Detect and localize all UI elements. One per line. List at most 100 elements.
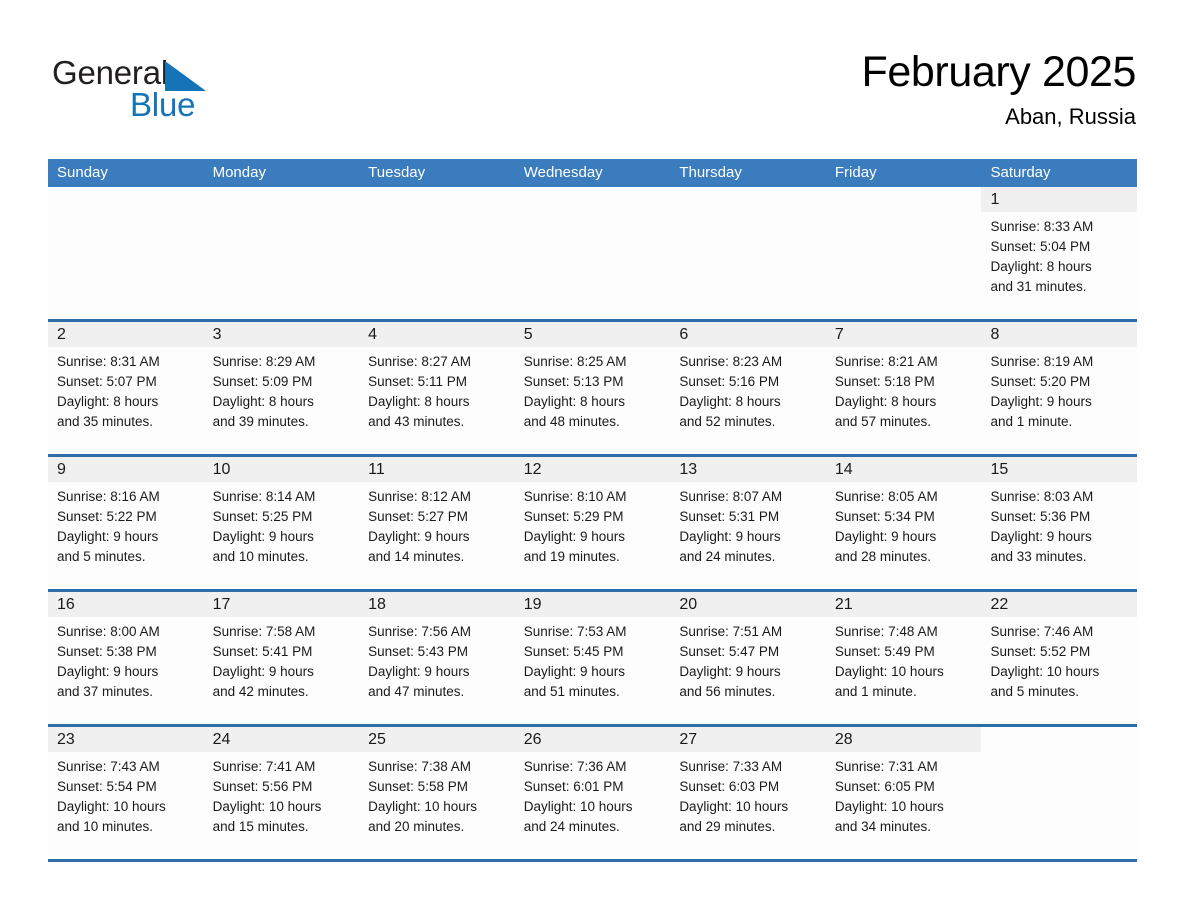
day-info-line-daylight1: Daylight: 9 hours [990,394,1092,409]
day-number-band: 5 [514,322,671,347]
calendar-day-cell[interactable]: 21 Sunrise: 7:48 AM Sunset: 5:49 PM Dayligh… [825,592,982,724]
day-sun-info: Sunrise: 8:21 AM Sunset: 5:18 PM Daylight:… [826,347,982,432]
day-info-line-daylight2: and 24 minutes. [523,819,620,834]
calendar-day-cell[interactable]: 17 Sunrise: 7:58 AM Sunset: 5:41 PM Dayligh… [203,592,360,724]
general-blue-logo: General Blue [52,46,282,134]
day-sun-info: Sunrise: 8:05 AM Sunset: 5:34 PM Daylight:… [826,482,982,567]
day-number-band: 20 [670,592,826,617]
calendar-day-cell[interactable]: 4 Sunrise: 8:27 AM Sunset: 5:11 PM Daylight… [359,322,515,454]
day-sun-info: Sunrise: 8:07 AM Sunset: 5:31 PM Daylight:… [670,482,826,567]
day-number: 5 [523,326,533,343]
calendar-day-cell[interactable]: 6 Sunrise: 8:23 AM Sunset: 5:16 PM Daylight… [670,322,826,454]
day-info-line-sunrise: Sunrise: 7:36 AM [523,759,627,774]
day-info-line-sunset: Sunset: 5:38 PM [57,644,157,659]
day-info-line-sunset: Sunset: 5:13 PM [523,374,624,389]
day-info-line-daylight2: and 52 minutes. [679,414,776,429]
day-info-line-sunset: Sunset: 5:07 PM [57,374,157,389]
day-number-band [826,187,982,212]
calendar-day-cell[interactable]: 13 Sunrise: 8:07 AM Sunset: 5:31 PM Dayligh… [670,457,826,589]
calendar-day-cell[interactable]: 8 Sunrise: 8:19 AM Sunset: 5:20 PM Daylight… [981,322,1138,454]
weekday-header-wednesday: Wednesday [523,164,603,181]
day-info-line-sunrise: Sunrise: 7:46 AM [990,624,1094,639]
calendar-day-cell[interactable]: 9 Sunrise: 8:16 AM Sunset: 5:22 PM Daylight… [48,457,204,589]
calendar-day-cell[interactable]: 2 Sunrise: 8:31 AM Sunset: 5:07 PM Daylight… [48,322,204,454]
day-number-band: 26 [514,727,671,752]
day-number-band: 22 [981,592,1138,617]
calendar-day-cell[interactable]: 15 Sunrise: 8:03 AM Sunset: 5:36 PM Dayligh… [981,457,1138,589]
calendar-day-cell[interactable]: 23 Sunrise: 7:43 AM Sunset: 5:54 PM Dayligh… [48,727,204,859]
calendar-day-cell[interactable]: 1 Sunrise: 8:33 AM Sunset: 5:04 PM Daylight… [981,187,1138,319]
day-info-line-daylight2: and 10 minutes. [57,819,154,834]
calendar-day-cell[interactable]: 10 Sunrise: 8:14 AM Sunset: 5:25 PM Dayligh… [203,457,360,589]
day-info-line-daylight2: and 48 minutes. [523,414,620,429]
day-sun-info: Sunrise: 7:36 AM Sunset: 6:01 PM Daylight:… [515,752,671,837]
day-info-line-daylight1: Daylight: 9 hours [523,529,626,544]
calendar-weeks: 1 Sunrise: 8:33 AM Sunset: 5:04 PM Daylight… [48,187,1138,859]
calendar-day-cell[interactable]: 3 Sunrise: 8:29 AM Sunset: 5:09 PM Daylight… [203,322,360,454]
calendar-day-cell[interactable]: 24 Sunrise: 7:41 AM Sunset: 5:56 PM Dayligh… [203,727,360,859]
day-info-line-daylight1: Daylight: 9 hours [368,529,470,544]
calendar-day-cell[interactable]: 18 Sunrise: 7:56 AM Sunset: 5:43 PM Dayligh… [359,592,515,724]
day-info-line-sunset: Sunset: 5:22 PM [57,509,157,524]
day-info-line-daylight1: Daylight: 9 hours [368,664,470,679]
day-info-line-daylight2: and 56 minutes. [679,684,776,699]
day-number-band: 18 [359,592,515,617]
calendar-day-cell[interactable]: 27 Sunrise: 7:33 AM Sunset: 6:03 PM Dayligh… [670,727,826,859]
calendar-day-cell[interactable]: 7 Sunrise: 8:21 AM Sunset: 5:18 PM Daylight… [825,322,982,454]
day-number-band: 11 [359,457,515,482]
day-number: 25 [368,731,386,748]
calendar-day-cell[interactable]: 16 Sunrise: 8:00 AM Sunset: 5:38 PM Dayligh… [48,592,204,724]
day-number: 22 [990,596,1009,613]
calendar-day-cell[interactable]: 20 Sunrise: 7:51 AM Sunset: 5:47 PM Dayligh… [670,592,826,724]
calendar-day-cell[interactable]: 11 Sunrise: 8:12 AM Sunset: 5:27 PM Dayligh… [359,457,515,589]
day-info-line-sunrise: Sunrise: 7:58 AM [212,624,316,639]
day-info-line-sunset: Sunset: 5:09 PM [212,374,313,389]
day-info-line-daylight1: Daylight: 10 hours [57,799,166,814]
day-number-band [48,187,204,212]
day-number-band: 19 [514,592,671,617]
day-info-line-daylight2: and 29 minutes. [679,819,776,834]
day-info-line-daylight2: and 14 minutes. [368,549,465,564]
day-info-line-daylight2: and 20 minutes. [368,819,465,834]
calendar-day-cell[interactable]: 14 Sunrise: 8:05 AM Sunset: 5:34 PM Dayligh… [825,457,982,589]
calendar-empty-cell [359,187,515,319]
calendar-week-row: 23 Sunrise: 7:43 AM Sunset: 5:54 PM Dayligh… [48,724,1138,859]
day-sun-info: Sunrise: 7:46 AM Sunset: 5:52 PM Daylight:… [981,617,1137,702]
day-number-band: 15 [981,457,1138,482]
calendar-day-cell[interactable]: 22 Sunrise: 7:46 AM Sunset: 5:52 PM Dayligh… [981,592,1138,724]
location-subtitle: Aban, Russia [1005,104,1136,129]
day-info-line-daylight1: Daylight: 8 hours [57,394,159,409]
calendar-day-cell[interactable]: 25 Sunrise: 7:38 AM Sunset: 5:58 PM Dayligh… [359,727,515,859]
day-sun-info: Sunrise: 7:51 AM Sunset: 5:47 PM Daylight:… [670,617,826,702]
day-number: 18 [368,596,386,613]
day-number-band: 3 [203,322,360,347]
calendar-day-cell[interactable]: 5 Sunrise: 8:25 AM Sunset: 5:13 PM Daylight… [514,322,671,454]
day-info-line-daylight1: Daylight: 8 hours [679,394,781,409]
day-info-line-daylight1: Daylight: 9 hours [679,529,781,544]
day-info-line-sunrise: Sunrise: 8:21 AM [834,354,938,369]
day-info-line-daylight2: and 34 minutes. [834,819,931,834]
day-number-band: 10 [203,457,360,482]
day-info-line-sunset: Sunset: 5:04 PM [990,239,1091,254]
day-sun-info: Sunrise: 7:33 AM Sunset: 6:03 PM Daylight:… [670,752,826,837]
calendar-day-cell[interactable]: 12 Sunrise: 8:10 AM Sunset: 5:29 PM Dayligh… [514,457,671,589]
logo-triangle-icon [165,61,207,91]
day-number: 17 [212,596,231,613]
calendar-day-cell[interactable]: 26 Sunrise: 7:36 AM Sunset: 6:01 PM Dayligh… [514,727,671,859]
weekday-header-saturday: Saturday [990,164,1051,181]
day-info-line-sunrise: Sunrise: 8:19 AM [990,354,1094,369]
day-info-line-daylight2: and 39 minutes. [212,414,309,429]
logo-text-general: General [52,54,169,91]
day-info-line-sunrise: Sunrise: 7:31 AM [834,759,938,774]
day-info-line-daylight1: Daylight: 9 hours [679,664,781,679]
day-info-line-daylight2: and 57 minutes. [834,414,931,429]
day-info-line-sunset: Sunset: 5:54 PM [57,779,157,794]
day-info-line-daylight2: and 37 minutes. [57,684,154,699]
calendar-day-cell[interactable]: 28 Sunrise: 7:31 AM Sunset: 6:05 PM Dayligh… [825,727,982,859]
calendar-day-cell[interactable]: 19 Sunrise: 7:53 AM Sunset: 5:45 PM Dayligh… [514,592,671,724]
day-info-line-sunset: Sunset: 5:52 PM [990,644,1091,659]
day-number-band: 12 [514,457,671,482]
day-number-band [515,187,671,212]
day-number: 24 [212,731,231,748]
day-number: 28 [834,731,853,748]
